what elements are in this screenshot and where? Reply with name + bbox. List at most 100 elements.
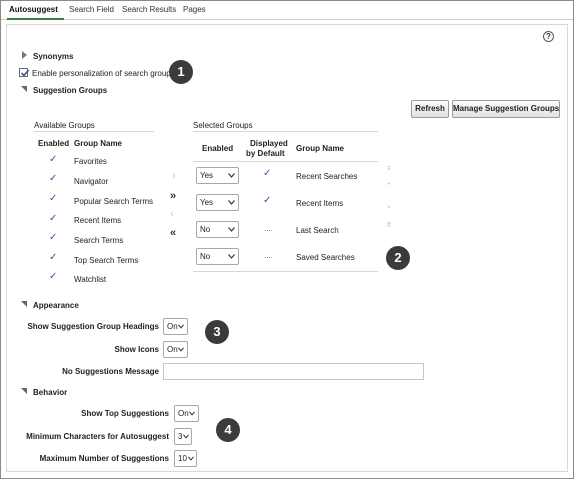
displayed-empty-indicator: .... xyxy=(264,251,273,260)
available-group-name[interactable]: Top Search Terms xyxy=(74,256,138,265)
chevron-down-icon xyxy=(178,347,184,352)
show-group-headings-value: On xyxy=(167,322,178,331)
displayed-empty-indicator: .... xyxy=(264,224,273,233)
selected-col-enabled: Enabled xyxy=(202,144,234,153)
personalization-label: Enable personalization of search groups xyxy=(32,69,175,78)
enabled-check-icon: ✓ xyxy=(49,173,58,184)
chevron-down-icon xyxy=(228,173,235,178)
move-top-icon[interactable]: ⌅ xyxy=(385,162,393,173)
show-top-suggestions-value: On xyxy=(178,409,189,418)
tab-search-field[interactable]: Search Field xyxy=(69,5,114,14)
collapse-behavior-icon[interactable] xyxy=(21,388,27,394)
remove-selected-icon[interactable]: ‹ xyxy=(170,208,174,220)
show-top-suggestions-select[interactable]: On xyxy=(174,405,199,422)
show-group-headings-label: Show Suggestion Group Headings xyxy=(27,322,159,331)
synonyms-heading[interactable]: Synonyms xyxy=(33,52,73,61)
available-group-name[interactable]: Favorites xyxy=(74,157,107,166)
chevron-down-icon xyxy=(228,200,235,205)
maximum-suggestions-value: 10 xyxy=(178,454,187,463)
expand-synonyms-icon[interactable] xyxy=(22,51,27,59)
available-group-name[interactable]: Search Terms xyxy=(74,236,123,245)
tab-autosuggest[interactable]: Autosuggest xyxy=(9,5,58,14)
tab-search-results[interactable]: Search Results xyxy=(122,5,176,14)
appearance-heading: Appearance xyxy=(33,301,79,310)
displayed-check-icon: ✓ xyxy=(263,195,272,206)
selected-col-group-name: Group Name xyxy=(296,144,345,153)
help-icon[interactable]: ? xyxy=(543,31,554,42)
available-groups-title: Available Groups xyxy=(34,121,95,130)
available-group-name[interactable]: Popular Search Terms xyxy=(74,197,153,206)
callout-badge-1: 1 xyxy=(169,60,193,84)
enabled-check-icon: ✓ xyxy=(49,232,58,243)
no-suggestions-message-label: No Suggestions Message xyxy=(62,367,159,376)
enabled-check-icon: ✓ xyxy=(49,252,58,263)
available-group-name[interactable]: Recent Items xyxy=(74,216,121,225)
selected-divider-top xyxy=(193,131,378,132)
selected-group-name[interactable]: Saved Searches xyxy=(296,253,355,262)
show-icons-value: On xyxy=(167,345,178,354)
chevron-down-icon xyxy=(189,411,195,416)
selected-divider-bottom xyxy=(193,271,378,272)
maximum-suggestions-select[interactable]: 10 xyxy=(174,450,197,467)
displayed-check-icon: ✓ xyxy=(263,168,272,179)
enabled-check-icon: ✓ xyxy=(49,271,58,282)
available-col-enabled: Enabled xyxy=(38,139,70,148)
enabled-check-icon: ✓ xyxy=(49,213,58,224)
tab-pages[interactable]: Pages xyxy=(183,5,206,14)
available-divider xyxy=(34,131,154,132)
minimum-characters-label: Minimum Characters for Autosuggest xyxy=(26,432,169,441)
remove-all-icon[interactable]: « xyxy=(170,227,176,239)
move-bottom-icon[interactable]: ⌆ xyxy=(385,219,393,230)
enabled-select-value: Yes xyxy=(200,171,214,180)
show-icons-select[interactable]: On xyxy=(163,341,188,358)
selected-col-displayed: Displayed xyxy=(250,139,288,148)
available-group-name[interactable]: Watchlist xyxy=(74,275,106,284)
callout-badge-4: 4 xyxy=(216,418,240,442)
manage-suggestion-groups-button[interactable]: Manage Suggestion Groups xyxy=(452,100,560,118)
enabled-select-value: Yes xyxy=(200,198,214,207)
selected-group-name[interactable]: Recent Searches xyxy=(296,172,357,181)
chevron-down-icon xyxy=(188,456,194,461)
chevron-down-icon xyxy=(228,254,235,259)
show-icons-label: Show Icons xyxy=(114,345,159,354)
refresh-button[interactable]: Refresh xyxy=(411,100,449,118)
enabled-select[interactable]: No xyxy=(196,248,239,265)
minimum-characters-select[interactable]: 3 xyxy=(174,428,192,445)
selected-divider-header xyxy=(193,161,378,162)
show-group-headings-select[interactable]: On xyxy=(163,318,188,335)
selected-groups-title: Selected Groups xyxy=(193,121,253,130)
enabled-select[interactable]: Yes xyxy=(196,194,239,211)
available-group-name[interactable]: Navigator xyxy=(74,177,108,186)
move-down-icon[interactable]: ⌄ xyxy=(385,200,393,211)
minimum-characters-value: 3 xyxy=(178,432,183,441)
enabled-check-icon: ✓ xyxy=(49,193,58,204)
no-suggestions-message-input[interactable] xyxy=(163,363,424,380)
suggestion-groups-heading: Suggestion Groups xyxy=(33,86,108,95)
maximum-suggestions-label: Maximum Number of Suggestions xyxy=(39,454,169,463)
enabled-select[interactable]: Yes xyxy=(196,167,239,184)
move-all-icon[interactable]: » xyxy=(170,190,176,202)
show-top-suggestions-label: Show Top Suggestions xyxy=(81,409,169,418)
chevron-down-icon xyxy=(178,324,184,329)
tab-bar: Autosuggest Search Field Search Results … xyxy=(1,1,573,20)
behavior-heading: Behavior xyxy=(33,388,68,397)
enabled-select-value: No xyxy=(200,252,211,261)
callout-badge-3: 3 xyxy=(205,320,229,344)
chevron-down-icon xyxy=(228,227,235,232)
enabled-select[interactable]: No xyxy=(196,221,239,238)
collapse-suggestion-groups-icon[interactable] xyxy=(21,86,27,92)
selected-group-name[interactable]: Last Search xyxy=(296,226,339,235)
move-selected-icon[interactable]: › xyxy=(172,170,176,182)
collapse-appearance-icon[interactable] xyxy=(21,301,27,307)
selected-col-displayed-sub: by Default xyxy=(246,149,285,158)
personalization-checkbox[interactable] xyxy=(19,68,30,77)
callout-badge-2: 2 xyxy=(386,246,410,270)
active-tab-indicator xyxy=(7,18,64,20)
selected-group-name[interactable]: Recent Items xyxy=(296,199,343,208)
chevron-down-icon xyxy=(183,434,189,439)
available-col-group-name: Group Name xyxy=(74,139,123,148)
enabled-check-icon: ✓ xyxy=(49,154,58,165)
checkmark-icon xyxy=(20,69,30,77)
move-up-icon[interactable]: ⌃ xyxy=(385,181,393,192)
enabled-select-value: No xyxy=(200,225,211,234)
